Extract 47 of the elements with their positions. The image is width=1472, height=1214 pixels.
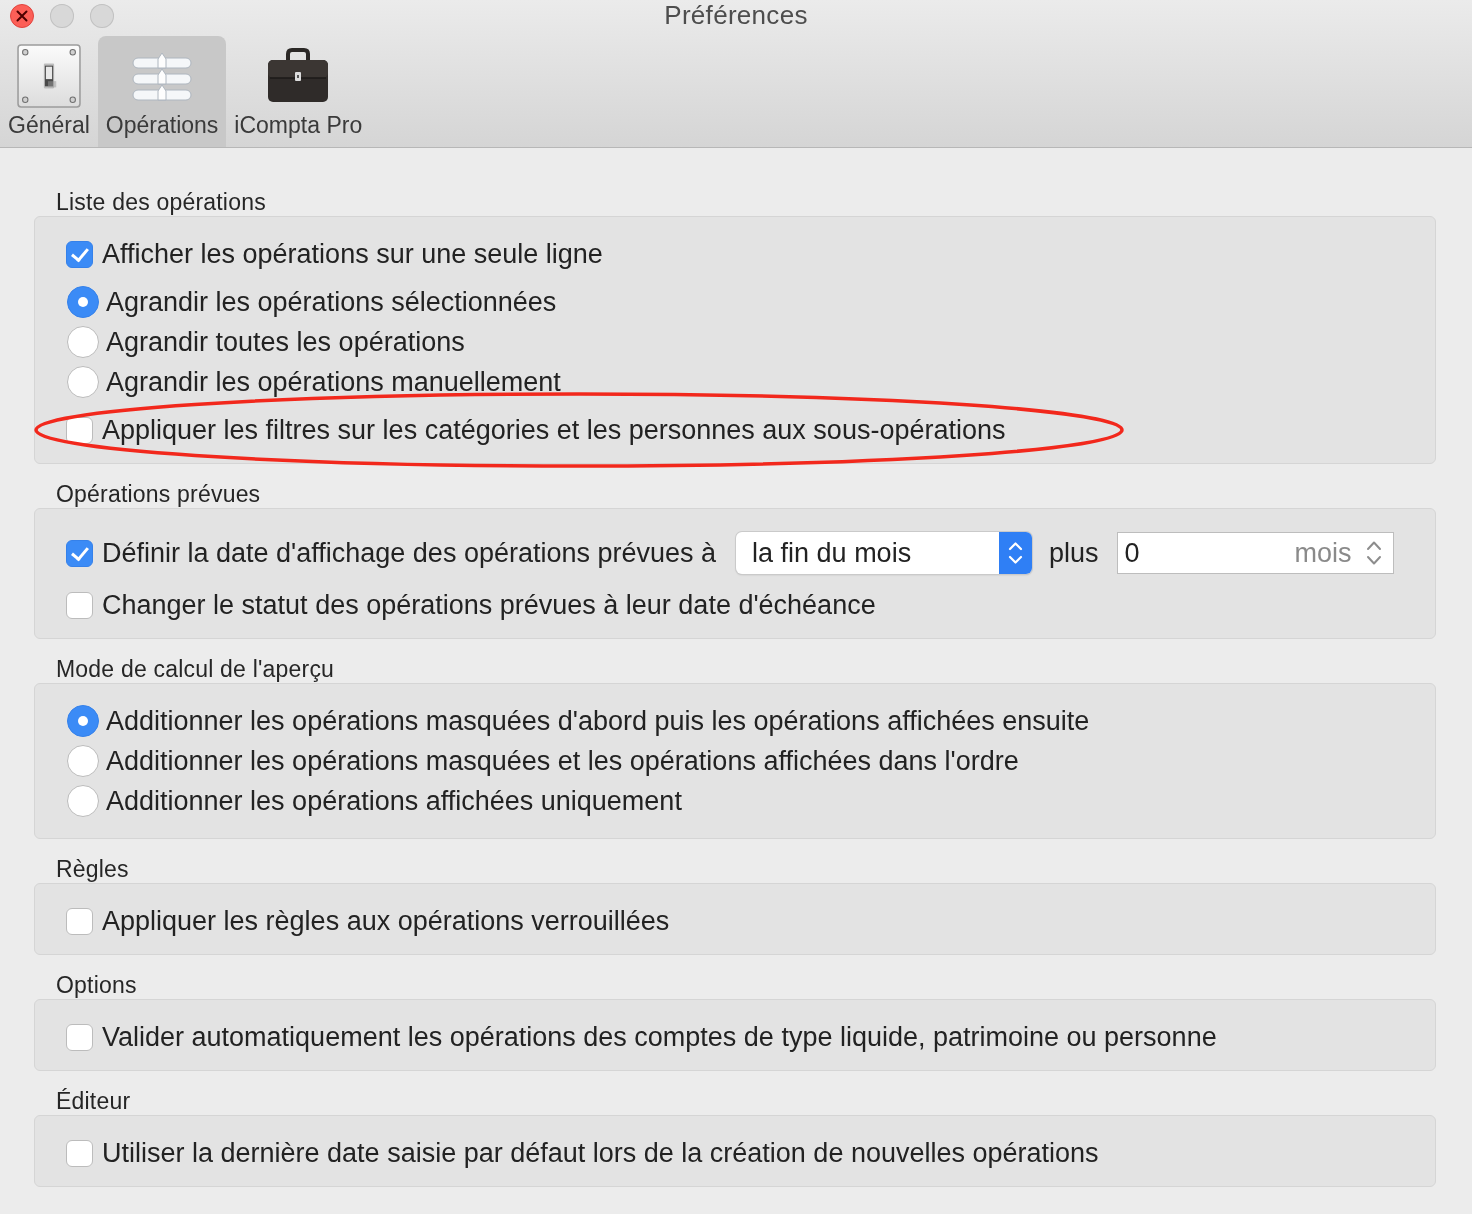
radio-button[interactable] (67, 705, 99, 737)
checkbox-label: Valider automatiquement les opérations des comptes de type liquide, patrimoine ou personne (102, 1021, 1217, 1053)
checkbox-label: Changer le statut des opérations prévues à leur date d'échéance (102, 589, 876, 621)
checkbox-label: Utiliser la dernière date saisie par défaut lors de la création de nouvelles opérations (102, 1137, 1099, 1169)
toolbar-tab[interactable]: Opérations (97, 36, 227, 147)
section-heading: Éditeur (56, 1087, 132, 1115)
checkbox[interactable] (66, 1139, 93, 1167)
checkbox[interactable] (66, 1023, 93, 1051)
radio-button[interactable] (67, 785, 99, 817)
chevron-up-down-icon (999, 532, 1033, 574)
section-heading: Opérations prévues (56, 480, 262, 508)
checkbox-label: Appliquer les filtres sur les catégories et les personnes aux sous-opérations (102, 414, 1006, 446)
radio-label: Additionner les opérations affichées uniquement (106, 785, 682, 817)
checkbox[interactable] (66, 539, 93, 567)
radio-button[interactable] (67, 745, 99, 777)
minimize-button[interactable] (50, 3, 74, 28)
checkbox-label: Définir la date d'affichage des opérations prévues à (102, 537, 717, 569)
radio-button[interactable] (67, 286, 99, 318)
radio-label: Additionner les opérations masquées et les opérations affichées dans l'ordre (106, 745, 1019, 777)
radio-button[interactable] (67, 366, 99, 398)
checkbox-label: Afficher les opérations sur une seule ligne (102, 238, 603, 270)
stepper-icon[interactable] (1365, 540, 1382, 566)
section-heading: Options (56, 971, 138, 999)
checkbox[interactable] (66, 907, 93, 935)
checkbox-label: Appliquer les règles aux opérations verrouillées (102, 905, 670, 937)
number-input[interactable]: 0 (1117, 537, 1295, 569)
checkbox[interactable] (66, 591, 93, 619)
section-heading: Liste des opérations (56, 188, 267, 216)
dropdown-button[interactable]: la fin du mois (736, 532, 1033, 574)
close-button[interactable] (10, 3, 34, 28)
toolbar-tab[interactable]: Général (0, 36, 98, 147)
section-heading: Règles (56, 855, 130, 883)
light-switch-icon (16, 44, 81, 108)
radio-label: Agrandir toutes les opérations (106, 326, 465, 358)
unit-label: mois (1294, 537, 1352, 569)
radio-button[interactable] (67, 326, 99, 358)
radio-label: Additionner les opérations masquées d'abord puis les opérations affichées ensuite (106, 705, 1090, 737)
checkbox[interactable] (66, 240, 93, 268)
close-icon (10, 3, 34, 28)
window-title: Préférences (664, 0, 808, 31)
zoom-button[interactable] (90, 3, 114, 28)
radio-label: Agrandir les opérations manuellement (106, 366, 561, 398)
radio-label: Agrandir les opérations sélectionnées (106, 286, 557, 318)
section-heading: Mode de calcul de l'aperçu (56, 655, 336, 683)
connector-label: plus (1049, 537, 1099, 569)
toolbar-tab[interactable]: iCompta Pro (226, 36, 371, 147)
number-field[interactable]: 0 mois (1116, 532, 1394, 574)
